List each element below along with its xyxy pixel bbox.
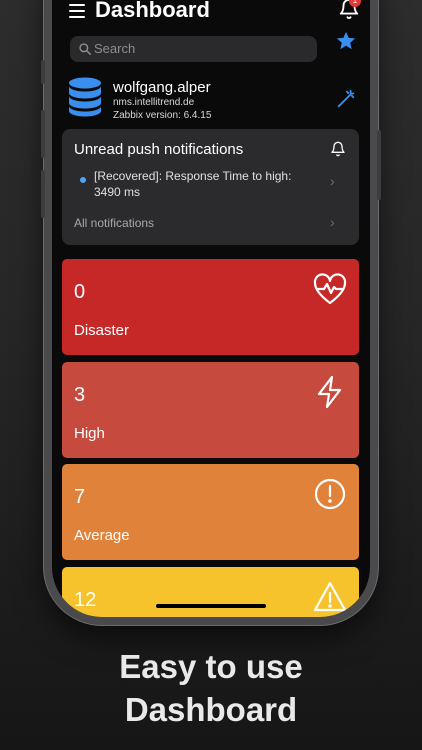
phone-power-button [377, 130, 381, 200]
phone-volume-down [41, 170, 45, 218]
caption-line-2: Dashboard [124, 691, 298, 728]
phone-volume-up [41, 110, 45, 158]
search-icon [79, 43, 91, 55]
severity-count: 12 [74, 589, 97, 611]
lightning-icon [317, 375, 342, 409]
severity-card-average[interactable]: 7 Average [62, 464, 359, 560]
notifications-panel: Unread push notifications [Recovered]: R… [62, 129, 359, 245]
chevron-right-icon: › [330, 173, 335, 189]
account-host: nms.intellitrend.de [113, 97, 195, 108]
magic-wand-icon[interactable] [335, 88, 357, 110]
all-notifications-label: All notifications [74, 216, 155, 230]
top-bar: Dashboard 1 [52, 0, 370, 30]
bell-outline-icon[interactable] [330, 141, 346, 157]
phone-side-button [41, 60, 45, 84]
account-username[interactable]: wolfgang.alper [113, 79, 211, 96]
chevron-right-icon: › [330, 214, 335, 230]
severity-card-disaster[interactable]: 0 Disaster [62, 259, 359, 355]
severity-label: Disaster [74, 322, 130, 339]
database-icon [69, 77, 101, 117]
severity-card-high[interactable]: 3 High [62, 362, 359, 458]
marketing-caption: Easy to use Dashboard [0, 645, 422, 731]
caption-line-1: Easy to use [119, 648, 303, 685]
severity-count: 3 [74, 384, 86, 406]
severity-count: 7 [74, 486, 86, 508]
notification-text: [Recovered]: Response Time to high: 3490… [94, 169, 292, 199]
search-field[interactable]: Search [70, 36, 317, 62]
unread-dot [80, 177, 86, 183]
hamburger-menu-icon[interactable] [69, 4, 85, 18]
account-version: Zabbix version: 6.4.15 [113, 110, 212, 121]
severity-label: Average [74, 527, 130, 544]
page-title: Dashboard [95, 0, 210, 22]
severity-count: 0 [74, 281, 86, 303]
exclamation-circle-icon [314, 478, 346, 510]
severity-label: High [74, 425, 105, 442]
notifications-title: Unread push notifications [74, 141, 244, 158]
search-placeholder: Search [94, 41, 136, 56]
star-icon[interactable] [335, 30, 357, 52]
home-indicator[interactable] [156, 604, 266, 608]
severity-card-warning[interactable]: 12 [62, 567, 359, 617]
heartbeat-icon [313, 273, 347, 305]
warning-triangle-icon [313, 581, 347, 612]
phone-screen: Dashboard 1 Search wolfgang.alper nms.in… [52, 0, 370, 617]
